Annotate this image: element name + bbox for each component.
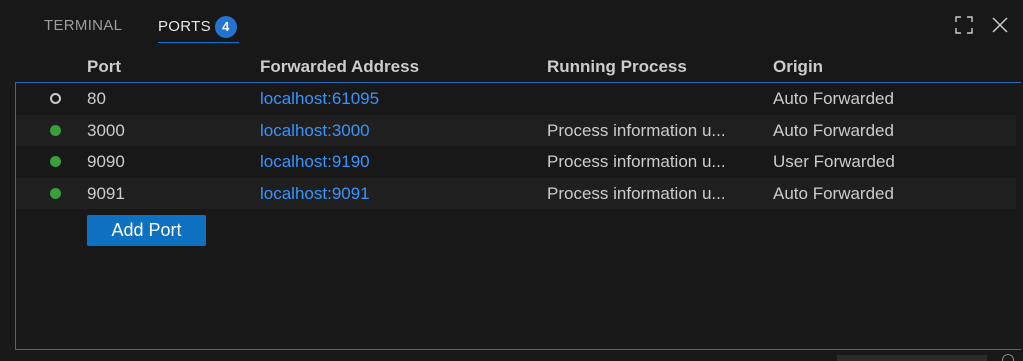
ports-panel: TERMINAL PORTS 4 Port Forwarded Address … <box>0 0 1023 361</box>
add-port-button[interactable]: Add Port <box>87 215 206 246</box>
running-process-cell: Process information u... <box>547 184 726 203</box>
column-header-port[interactable]: Port <box>87 55 121 79</box>
table-header: Port Forwarded Address Running Process O… <box>0 55 1023 81</box>
ports-table: Port Forwarded Address Running Process O… <box>0 50 1023 353</box>
port-inactive-status-icon <box>50 93 61 104</box>
origin-cell: Auto Forwarded <box>773 121 894 140</box>
port-cell: 9091 <box>87 184 125 203</box>
close-icon <box>992 17 1008 33</box>
status-bar-icon <box>1002 354 1014 361</box>
forwarded-address-link[interactable]: localhost:61095 <box>260 83 379 114</box>
table-row[interactable]: 3000 localhost:3000 Process information … <box>16 115 1016 146</box>
origin-cell: Auto Forwarded <box>773 184 894 203</box>
forwarded-address-link[interactable]: localhost:9091 <box>260 178 370 209</box>
origin-cell: User Forwarded <box>773 152 895 171</box>
panel-tab-bar: TERMINAL PORTS 4 <box>0 0 1023 50</box>
tab-ports[interactable]: PORTS 4 <box>158 16 239 43</box>
column-header-running-process[interactable]: Running Process <box>547 55 687 79</box>
forwarded-address-link[interactable]: localhost:9190 <box>260 146 370 177</box>
column-header-origin[interactable]: Origin <box>773 55 823 79</box>
running-process-cell: Process information u... <box>547 121 726 140</box>
port-cell: 80 <box>87 89 106 108</box>
status-bar-fragment <box>837 355 987 361</box>
table-row[interactable]: 9090 localhost:9190 Process information … <box>16 146 1016 177</box>
column-header-forwarded-address[interactable]: Forwarded Address <box>260 55 419 79</box>
port-active-status-icon <box>50 125 61 136</box>
port-cell: 3000 <box>87 121 125 140</box>
maximize-panel-button[interactable] <box>953 14 975 36</box>
table-row[interactable]: 80 localhost:61095 Auto Forwarded <box>16 83 1016 114</box>
tab-terminal[interactable]: TERMINAL <box>44 16 122 42</box>
ports-count-badge: 4 <box>214 16 237 38</box>
tab-ports-label: PORTS <box>158 18 211 35</box>
port-cell: 9090 <box>87 152 125 171</box>
origin-cell: Auto Forwarded <box>773 89 894 108</box>
port-active-status-icon <box>50 188 61 199</box>
port-active-status-icon <box>50 156 61 167</box>
forwarded-address-link[interactable]: localhost:3000 <box>260 115 370 146</box>
table-row[interactable]: 9091 localhost:9091 Process information … <box>16 178 1016 209</box>
tab-terminal-label: TERMINAL <box>44 17 123 34</box>
running-process-cell: Process information u... <box>547 152 726 171</box>
close-panel-button[interactable] <box>989 14 1011 36</box>
maximize-icon <box>955 16 973 34</box>
